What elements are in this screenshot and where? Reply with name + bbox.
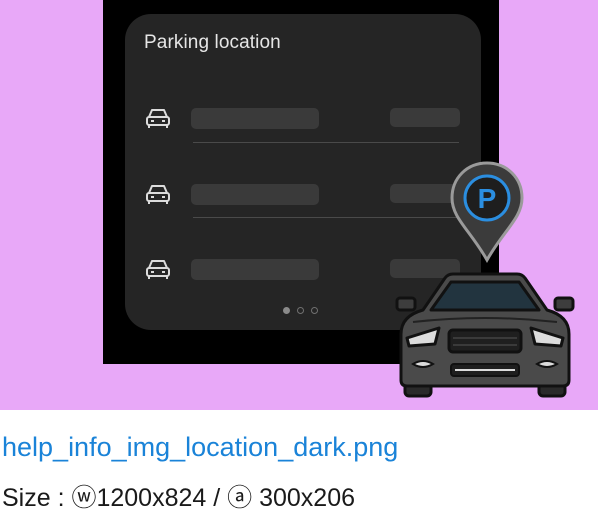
help-illustration: Parking location P	[0, 0, 598, 410]
list-item	[125, 104, 481, 134]
placeholder-bar	[191, 184, 319, 205]
car-icon	[146, 185, 170, 204]
car-front-icon	[395, 272, 575, 398]
list-item	[125, 180, 481, 210]
page-dot	[297, 307, 304, 314]
page-indicator	[283, 307, 318, 314]
image-filename: help_info_img_location_dark.png	[2, 432, 399, 462]
divider	[193, 217, 459, 218]
placeholder-bar	[390, 108, 460, 127]
placeholder-bar	[191, 108, 319, 129]
car-icon	[146, 260, 170, 279]
image-size-label: Size : ⓦ1200x824 / ⓐ 300x206	[2, 484, 356, 512]
placeholder-bar	[191, 259, 319, 280]
page-dot-active	[283, 307, 290, 314]
car-icon	[146, 109, 170, 128]
parking-pin-icon: P	[450, 161, 524, 264]
card-title: Parking location	[144, 32, 281, 53]
page-dot	[311, 307, 318, 314]
divider	[193, 142, 459, 143]
pin-label: P	[478, 183, 497, 214]
